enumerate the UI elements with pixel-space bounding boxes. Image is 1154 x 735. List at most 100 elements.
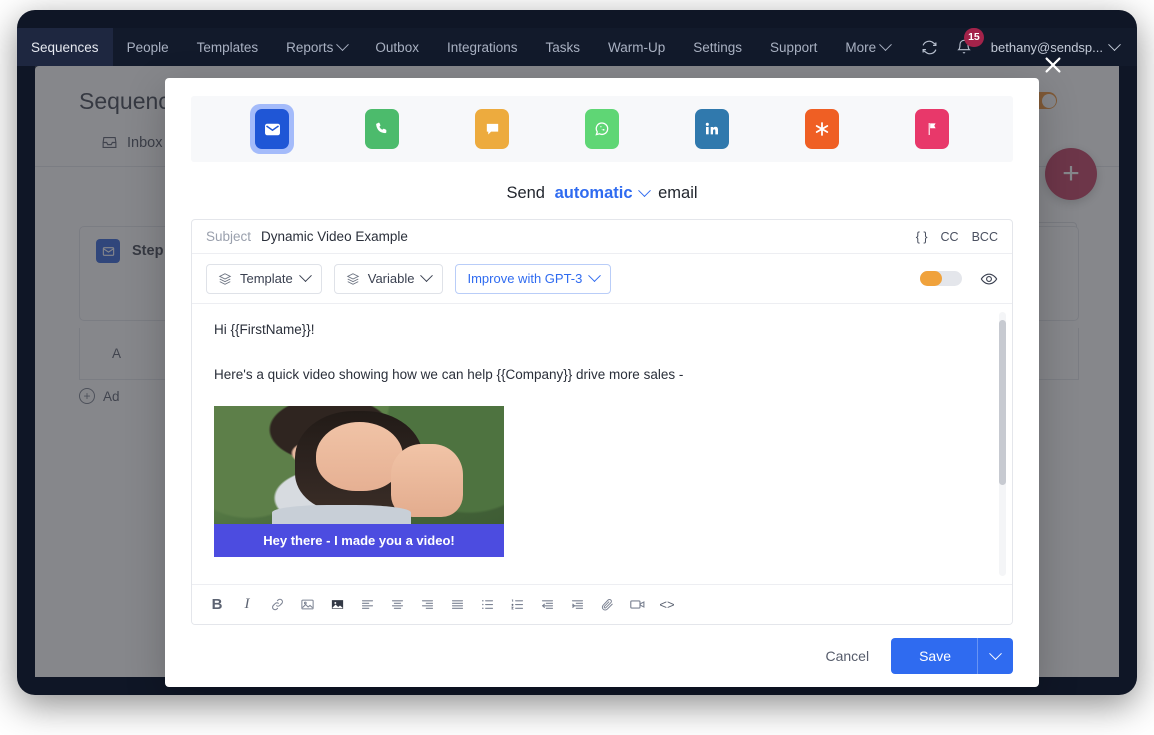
attachment-icon[interactable] xyxy=(592,590,622,620)
nav-label: Support xyxy=(770,39,818,55)
modal-footer: Cancel Save xyxy=(165,625,1039,687)
whatsapp-icon xyxy=(585,109,619,149)
send-mode-dropdown[interactable]: automatic xyxy=(554,184,651,203)
video-thumbnail[interactable] xyxy=(214,405,504,524)
nav-item-templates[interactable]: Templates xyxy=(183,28,273,66)
nav-item-more[interactable]: More xyxy=(831,28,904,66)
nav-label: Tasks xyxy=(545,39,581,55)
save-label: Save xyxy=(919,648,951,664)
email-composer: Subject Dynamic Video Example { } CC BCC… xyxy=(191,219,1013,625)
outdent-icon[interactable] xyxy=(532,590,562,620)
close-icon[interactable] xyxy=(1040,52,1066,78)
nav-item-tasks[interactable]: Tasks xyxy=(532,28,595,66)
align-justify-icon[interactable] xyxy=(442,590,472,620)
body-greeting: Hi {{FirstName}}! xyxy=(214,322,315,337)
nav-label: More xyxy=(845,39,877,55)
video-icon[interactable] xyxy=(622,590,652,620)
generic-task-channel[interactable] xyxy=(910,104,954,154)
body-scrollbar[interactable] xyxy=(999,312,1006,576)
nav-item-sequences[interactable]: Sequences xyxy=(17,28,113,66)
align-left-icon[interactable] xyxy=(352,590,382,620)
send-mode-line: Send automatic email xyxy=(165,184,1039,203)
template-dropdown[interactable]: Template xyxy=(206,263,322,294)
linkedin-channel[interactable] xyxy=(690,104,734,154)
chat-bubble-icon xyxy=(475,109,509,149)
thumbnail-shirt xyxy=(272,504,412,524)
thumbnail-face xyxy=(315,422,403,491)
nav-label: Templates xyxy=(196,39,259,55)
email-body[interactable]: Hi {{FirstName}}! Here's a quick video s… xyxy=(192,304,1012,584)
eye-icon[interactable] xyxy=(980,270,998,288)
nav-item-outbox[interactable]: Outbox xyxy=(361,28,433,66)
variable-dropdown[interactable]: Variable xyxy=(333,263,444,294)
link-icon[interactable] xyxy=(262,590,292,620)
chevron-down-icon xyxy=(336,37,350,51)
nav-item-integrations[interactable]: Integrations xyxy=(433,28,532,66)
nav-right-cluster: 15 bethany@sendsp... xyxy=(915,28,1137,62)
chevron-down-icon xyxy=(298,269,312,283)
body-paragraph: Here's a quick video showing how we can … xyxy=(214,366,684,382)
bcc-button[interactable]: BCC xyxy=(972,230,998,244)
refresh-icon[interactable] xyxy=(915,32,945,62)
nav-item-settings[interactable]: Settings xyxy=(679,28,756,66)
plain-text-toggle[interactable] xyxy=(920,271,962,286)
subject-row[interactable]: Subject Dynamic Video Example { } CC BCC xyxy=(192,220,1012,254)
phone-icon xyxy=(365,109,399,149)
send-mode-value: automatic xyxy=(554,184,633,202)
nav-label: People xyxy=(126,39,169,55)
improve-with-gpt-dropdown[interactable]: Improve with GPT-3 xyxy=(455,263,612,294)
whatsapp-channel[interactable] xyxy=(580,104,624,154)
edit-step-modal: Send automatic email Subject Dynamic Vid… xyxy=(165,78,1039,687)
nav-item-support[interactable]: Support xyxy=(756,28,831,66)
composer-toolbar-right xyxy=(920,270,998,288)
image-icon[interactable] xyxy=(292,590,322,620)
bullet-list-icon[interactable] xyxy=(472,590,502,620)
variable-label: Variable xyxy=(367,271,415,286)
scrollbar-thumb[interactable] xyxy=(999,320,1006,485)
bold-icon[interactable]: B xyxy=(202,590,232,620)
send-prefix: Send xyxy=(506,184,545,202)
gpt-label: Improve with GPT-3 xyxy=(467,271,583,286)
align-right-icon[interactable] xyxy=(412,590,442,620)
subject-input[interactable]: Dynamic Video Example xyxy=(261,229,408,244)
email-channel[interactable] xyxy=(250,104,294,154)
chevron-down-icon xyxy=(1108,37,1121,51)
layers-icon xyxy=(346,272,360,285)
nav-label: Sequences xyxy=(31,39,99,55)
cancel-button[interactable]: Cancel xyxy=(825,648,869,664)
nav-label: Settings xyxy=(693,39,743,55)
sms-channel[interactable] xyxy=(470,104,514,154)
merge-field-icon[interactable]: { } xyxy=(916,230,928,244)
nav-label: Warm-Up xyxy=(608,39,666,55)
asterisk-icon xyxy=(805,109,839,149)
indent-icon[interactable] xyxy=(562,590,592,620)
save-button[interactable]: Save xyxy=(891,638,1013,674)
chevron-down-icon xyxy=(420,269,434,283)
send-suffix: email xyxy=(658,184,698,202)
video-embed[interactable]: Hey there - I made you a video! xyxy=(214,405,504,557)
code-icon[interactable]: <> xyxy=(652,590,682,620)
app-window: Sequences People Templates Reports Outbo… xyxy=(17,10,1137,695)
align-center-icon[interactable] xyxy=(382,590,412,620)
nav-item-reports[interactable]: Reports xyxy=(272,28,361,66)
nav-item-warmup[interactable]: Warm-Up xyxy=(594,28,679,66)
nav-item-people[interactable]: People xyxy=(113,28,183,66)
manual-task-channel[interactable] xyxy=(800,104,844,154)
formatting-toolbar: B I <> xyxy=(192,584,1012,624)
screenshot-root: Sequences People Templates Reports Outbo… xyxy=(0,0,1154,735)
call-channel[interactable] xyxy=(360,104,404,154)
nav-label: Outbox xyxy=(375,39,419,55)
cc-button[interactable]: CC xyxy=(941,230,959,244)
envelope-icon xyxy=(255,109,289,149)
save-options-dropdown[interactable] xyxy=(978,646,1013,661)
bell-icon[interactable]: 15 xyxy=(949,28,984,62)
numbered-list-icon[interactable] xyxy=(502,590,532,620)
template-label: Template xyxy=(240,271,293,286)
channel-selector xyxy=(191,96,1013,162)
chevron-down-icon xyxy=(989,646,1002,660)
thumbnail-hand xyxy=(390,443,464,517)
layers-icon xyxy=(218,272,232,285)
image-filled-icon[interactable] xyxy=(322,590,352,620)
notification-badge: 15 xyxy=(964,28,984,47)
italic-icon[interactable]: I xyxy=(232,590,262,620)
